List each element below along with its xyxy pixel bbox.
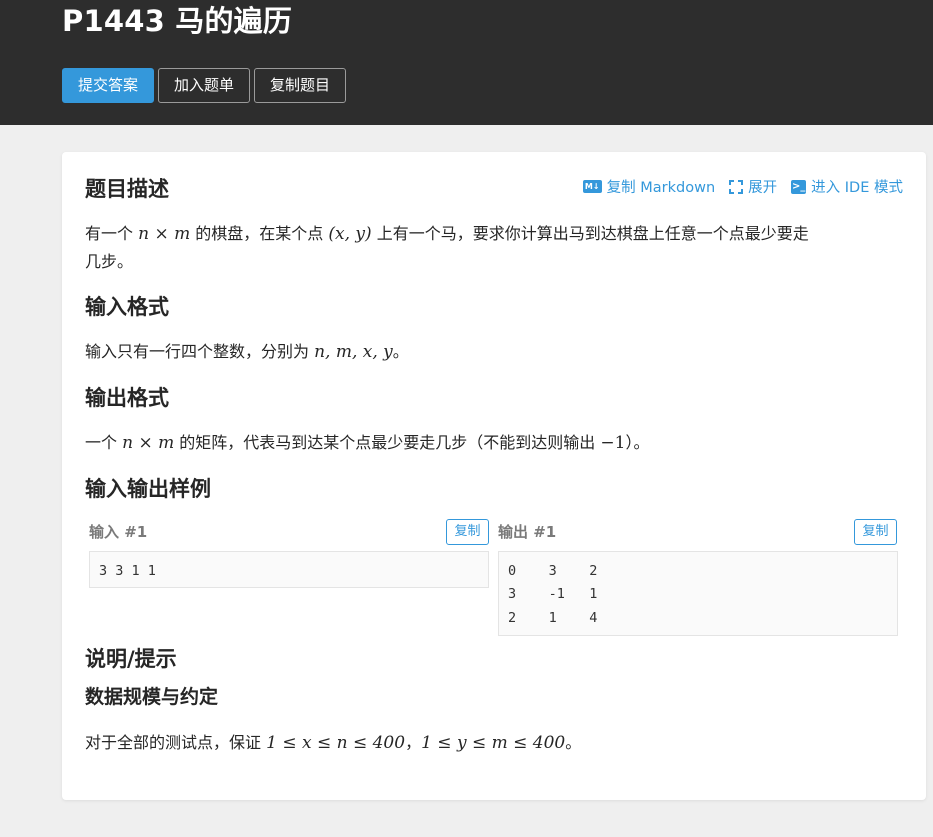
copy-output-button[interactable]: 复制 [854,519,897,545]
hint-heading: 说明/提示 [85,647,177,671]
problem-header: P1443 马的遍历 提交答案 加入题单 复制题目 [0,0,933,125]
ide-mode-link[interactable]: >_ 进入 IDE 模式 [791,176,903,197]
description-text: 有一个 n × m 的棋盘，在某个点 (x, y) 上有一个马，要求你计算出马到… [85,220,905,275]
problem-toolbar: M↓ 复制 Markdown 展开 >_ 进入 IDE 模式 [582,176,903,197]
ide-mode-label: 进入 IDE 模式 [811,180,903,196]
math-minus-one: −1 [600,433,626,453]
header-actions: 提交答案 加入题单 复制题目 [62,68,347,103]
description-text-1: 有一个 [85,224,139,243]
math-y-range: 1 ≤ y ≤ m ≤ 400 [421,733,566,753]
markdown-icon: M↓ [582,180,602,193]
expand-link[interactable]: 展开 [729,176,777,197]
description-text-2: 的棋盘，在某个点 [190,224,329,243]
description-text-4: 几步。 [85,252,134,271]
submit-answer-button[interactable]: 提交答案 [62,68,155,103]
output-format-text-1: 一个 [85,433,123,452]
terminal-icon: >_ [791,179,807,194]
output-format-text-3: ）。 [625,433,650,452]
output-format-heading: 输出格式 [85,386,169,410]
output-format-text-2: 的矩阵，代表马到达某个点最少要走几步（不能到达则输出 [174,433,601,452]
math-input-vars: n, m, x, y [314,342,393,362]
sample-input-code: 3 3 1 1 [89,551,489,588]
constraints-text-3: 。 [565,733,582,752]
math-x-range: 1 ≤ x ≤ n ≤ 400 [266,733,406,753]
input-format-text-1: 输入只有一行四个整数，分别为 [85,342,315,361]
constraints-text-1: 对于全部的测试点，保证 [85,733,267,752]
expand-label: 展开 [748,180,778,196]
output-format-text: 一个 n × m 的矩阵，代表马到达某个点最少要走几步（不能到达则输出 −1）。 [85,429,649,457]
input-format-heading: 输入格式 [85,295,169,319]
math-point-xy: (x, y) [328,224,372,244]
constraints-heading: 数据规模与约定 [85,686,219,708]
copy-problem-button[interactable]: 复制题目 [254,68,347,103]
math-matrix-size: n × m [122,433,175,453]
samples-heading: 输入输出样例 [85,477,211,501]
copy-markdown-label: 复制 Markdown [606,180,716,196]
input-format-text: 输入只有一行四个整数，分别为 n, m, x, y。 [85,338,409,366]
description-text-3: 上有一个马，要求你计算出马到达棋盘上任意一个点最少要走 [371,224,809,243]
input-format-text-2: 。 [392,342,409,361]
sample-output-code: 0 3 2 3 -1 1 2 1 4 [498,551,898,636]
math-n-times-m: n × m [138,224,191,244]
constraints-text-2: ， [405,733,422,752]
page-title: P1443 马的遍历 [62,4,293,38]
add-to-list-button[interactable]: 加入题单 [158,68,251,103]
copy-input-button[interactable]: 复制 [446,519,489,545]
expand-icon [729,179,744,194]
sample-output-label: 输出 #1 [498,523,557,541]
constraints-text: 对于全部的测试点，保证 1 ≤ x ≤ n ≤ 400，1 ≤ y ≤ m ≤ … [85,729,581,757]
sample-input-label: 输入 #1 [89,523,148,541]
description-heading: 题目描述 [85,177,169,201]
problem-card: M↓ 复制 Markdown 展开 >_ 进入 IDE 模式 题目描述 有一个 … [62,152,926,800]
copy-markdown-link[interactable]: M↓ 复制 Markdown [582,176,716,197]
